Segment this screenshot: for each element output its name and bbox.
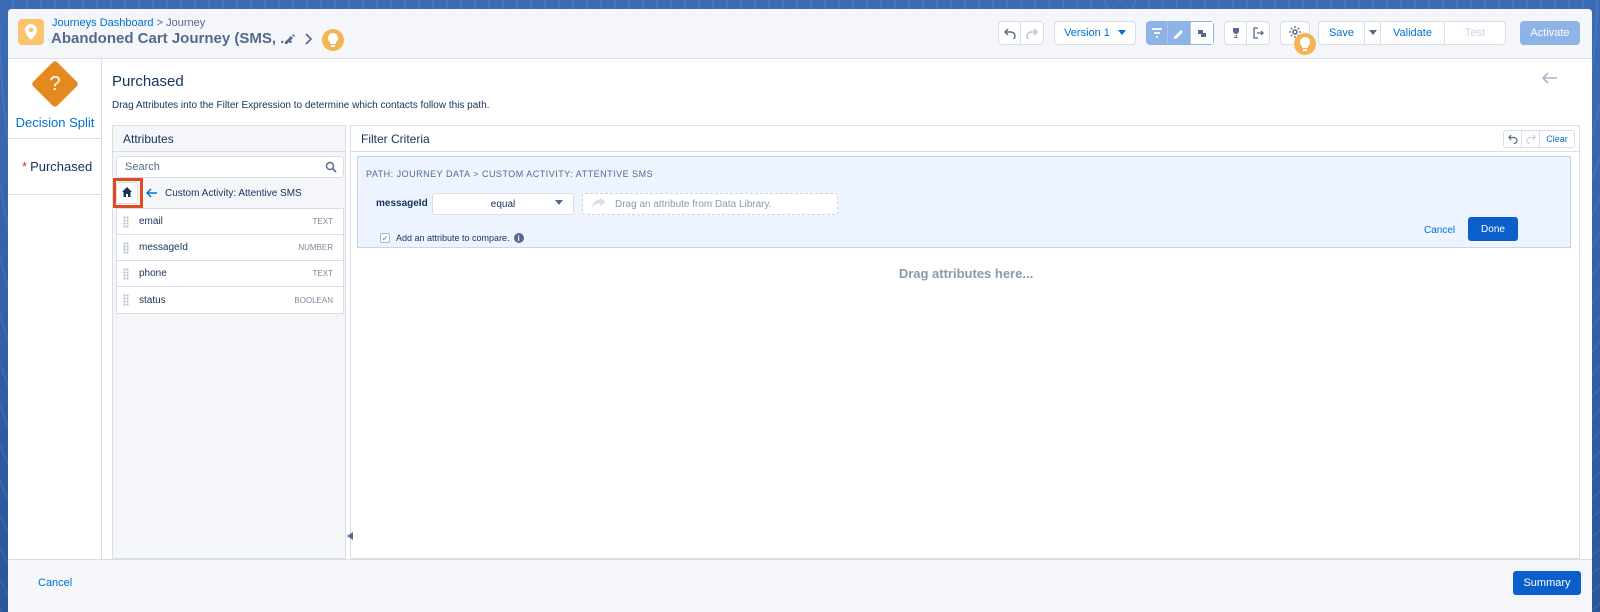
breadcrumb: Journeys Dashboard > Journey bbox=[52, 17, 205, 29]
redo-icon[interactable] bbox=[1021, 22, 1043, 44]
compare-attribute-drop-zone[interactable]: Drag an attribute from Data Library. bbox=[582, 193, 838, 215]
header-bar: Journeys Dashboard > Journey Abandoned C… bbox=[8, 9, 1592, 59]
clear-button[interactable]: Clear bbox=[1540, 131, 1574, 147]
summary-button[interactable]: Summary bbox=[1513, 571, 1581, 595]
journey-map-pin-icon bbox=[18, 19, 44, 45]
search-icon[interactable] bbox=[325, 161, 337, 176]
operator-select[interactable]: equal bbox=[432, 193, 574, 215]
attribute-type: TEXT bbox=[312, 217, 333, 226]
rail-item-label: Purchased bbox=[30, 159, 93, 174]
save-menu-chevron-down-icon[interactable] bbox=[1365, 22, 1381, 44]
compare-option: ✓ Add an attribute to compare. i bbox=[380, 233, 524, 243]
drop-zone-placeholder: Drag an attribute from Data Library. bbox=[615, 198, 772, 210]
criterion-cancel-button[interactable]: Cancel bbox=[1424, 225, 1455, 236]
criterion-done-button[interactable]: Done bbox=[1468, 217, 1518, 241]
question-mark-icon: ? bbox=[49, 72, 61, 95]
exit-icon[interactable] bbox=[1247, 22, 1269, 44]
filter-criteria-heading: Filter Criteria bbox=[351, 126, 1579, 152]
decision-split-tile: ? Decision Split bbox=[8, 59, 101, 139]
attribute-row-messageid[interactable]: messageId NUMBER bbox=[117, 235, 343, 261]
validate-button[interactable]: Validate bbox=[1381, 22, 1445, 44]
undo-icon[interactable] bbox=[999, 22, 1022, 44]
drag-handle-icon[interactable] bbox=[123, 267, 129, 280]
filter-view-icon[interactable] bbox=[1147, 22, 1169, 44]
attribute-name: phone bbox=[139, 268, 167, 279]
criterion-field: messageId bbox=[376, 198, 428, 209]
attributes-panel: Attributes Search Custom Activity: Atten… bbox=[112, 125, 346, 559]
drop-area-hint: Drag attributes here... bbox=[898, 266, 1034, 281]
attribute-row-phone[interactable]: phone TEXT bbox=[117, 261, 343, 287]
attribute-type: BOOLEAN bbox=[294, 295, 333, 305]
trophy-icon[interactable] bbox=[1225, 22, 1248, 44]
chevron-down-icon bbox=[555, 199, 563, 208]
info-icon[interactable]: i bbox=[513, 233, 524, 243]
footer-cancel-button[interactable]: Cancel bbox=[38, 577, 72, 589]
required-marker: * bbox=[22, 159, 28, 174]
home-button-wrapper bbox=[113, 178, 143, 208]
activity-label: Decision Split bbox=[15, 115, 95, 130]
paths-view-icon[interactable] bbox=[1190, 22, 1213, 44]
title-tools bbox=[284, 29, 344, 51]
operator-value: equal bbox=[490, 198, 516, 210]
home-button-highlight bbox=[113, 178, 143, 208]
save-button[interactable]: Save bbox=[1319, 22, 1365, 44]
compare-label: Add an attribute to compare. bbox=[396, 233, 510, 243]
attribute-type: TEXT bbox=[312, 269, 333, 278]
attribute-name: status bbox=[139, 294, 166, 306]
search-placeholder: Search bbox=[125, 161, 160, 173]
attribute-search-input[interactable]: Search bbox=[116, 156, 344, 178]
breadcrumb-journeys-dashboard[interactable]: Journeys Dashboard bbox=[52, 17, 154, 29]
path-instructions: Drag Attributes into the Filter Expressi… bbox=[112, 100, 490, 111]
attribute-row-email[interactable]: email TEXT bbox=[117, 209, 343, 235]
activate-button[interactable]: Activate bbox=[1520, 21, 1580, 45]
journey-title: Abandoned Cart Journey (SMS, ... bbox=[51, 30, 293, 47]
drag-handle-icon[interactable] bbox=[123, 241, 129, 254]
attribute-name: messageId bbox=[139, 242, 188, 253]
drag-handle-icon[interactable] bbox=[123, 294, 129, 306]
attribute-name: email bbox=[139, 216, 163, 227]
settings-lightbulb-icon[interactable] bbox=[1294, 33, 1316, 55]
filter-criterion: PATH: JOURNEY DATA > CUSTOM ACTIVITY: AT… bbox=[357, 156, 1571, 248]
current-folder-path: Custom Activity: Attentive SMS bbox=[165, 187, 302, 199]
version-label: Version 1 bbox=[1064, 27, 1110, 39]
chevron-right-icon[interactable] bbox=[304, 32, 314, 48]
footer-bar: Cancel Summary bbox=[8, 559, 1592, 612]
view-toggle-group bbox=[1146, 21, 1214, 45]
rail-item-purchased[interactable]: * Purchased bbox=[8, 139, 101, 195]
edit-view-icon[interactable] bbox=[1168, 22, 1191, 44]
goal-exit-group bbox=[1224, 21, 1270, 45]
attribute-path-bar: Custom Activity: Attentive SMS bbox=[113, 178, 344, 208]
version-dropdown[interactable]: Version 1 bbox=[1054, 21, 1136, 45]
attribute-type: NUMBER bbox=[298, 243, 333, 252]
filter-criteria-panel: Filter Criteria Clear PATH: JOURNEY DATA… bbox=[347, 125, 1580, 559]
edit-pencil-icon[interactable] bbox=[284, 33, 296, 48]
path-back-arrow-icon[interactable] bbox=[145, 186, 157, 201]
compare-checkbox[interactable]: ✓ bbox=[380, 233, 390, 243]
activity-rail: ? Decision Split * Purchased bbox=[8, 59, 102, 559]
attribute-list: email TEXT messageId NUMBER phone TEXT s… bbox=[116, 208, 344, 314]
undo-redo-group bbox=[998, 21, 1044, 45]
chevron-down-icon bbox=[1117, 27, 1126, 39]
breadcrumb-separator: > bbox=[156, 17, 164, 29]
share-arrow-icon bbox=[591, 197, 607, 212]
journey-builder-window: Journeys Dashboard > Journey Abandoned C… bbox=[8, 9, 1592, 612]
main-panel: Purchased Drag Attributes into the Filte… bbox=[102, 59, 1592, 559]
filter-toolbar: Clear bbox=[1503, 130, 1575, 148]
filter-undo-icon[interactable] bbox=[1504, 131, 1522, 147]
lightbulb-icon[interactable] bbox=[322, 29, 344, 51]
filter-redo-icon[interactable] bbox=[1522, 131, 1540, 147]
drag-handle-icon[interactable] bbox=[123, 215, 129, 228]
criterion-path: PATH: JOURNEY DATA > CUSTOM ACTIVITY: AT… bbox=[366, 169, 654, 179]
back-arrow-icon[interactable] bbox=[1541, 71, 1558, 89]
breadcrumb-journey: Journey bbox=[166, 17, 206, 29]
save-validate-test-group: Save Validate Test bbox=[1318, 21, 1506, 45]
attributes-heading: Attributes bbox=[113, 126, 345, 152]
collapse-panel-caret-icon[interactable] bbox=[347, 532, 353, 542]
attribute-row-status[interactable]: status BOOLEAN bbox=[117, 287, 343, 313]
test-button[interactable]: Test bbox=[1445, 22, 1505, 44]
path-title: Purchased bbox=[112, 73, 184, 90]
